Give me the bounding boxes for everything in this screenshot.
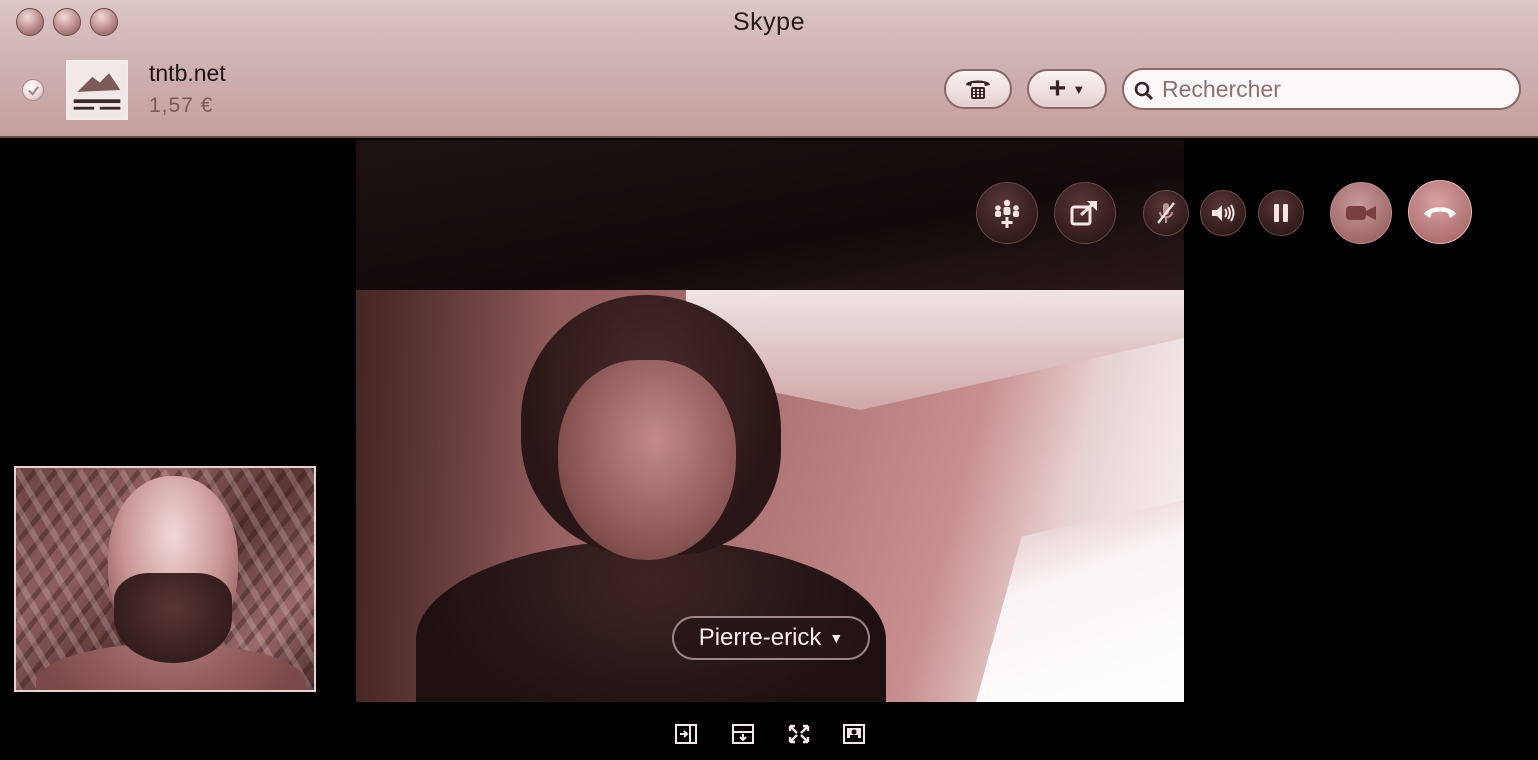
picture-in-picture-icon xyxy=(843,724,865,744)
share-screen-icon xyxy=(1070,200,1097,226)
avatar[interactable] xyxy=(66,60,128,120)
fullscreen-button[interactable] xyxy=(786,722,812,746)
search-input[interactable] xyxy=(1162,74,1512,104)
participant-name: Pierre-erick xyxy=(698,624,822,651)
pause-button[interactable] xyxy=(1258,190,1304,236)
window-toolbar: Skype tntb.net 1,57 € + ▼ xyxy=(0,0,1538,138)
add-participant-button[interactable] xyxy=(976,182,1038,244)
video-camera-icon xyxy=(1346,206,1376,220)
video-toggle-button[interactable] xyxy=(1330,182,1392,244)
add-menu-button[interactable]: + ▼ xyxy=(1027,69,1107,109)
sidebar-toggle-button[interactable] xyxy=(673,722,699,746)
add-label: + xyxy=(1048,72,1067,105)
search-field[interactable] xyxy=(1122,68,1521,110)
self-view-toggle-button[interactable] xyxy=(841,722,867,746)
chevron-down-icon: ▼ xyxy=(829,630,844,646)
remote-person-face xyxy=(558,360,736,560)
account-credit: 1,57 € xyxy=(149,94,214,117)
self-video-preview[interactable] xyxy=(14,466,316,692)
mute-button[interactable] xyxy=(1143,190,1189,236)
share-button[interactable] xyxy=(1054,182,1116,244)
speaker-icon xyxy=(1212,204,1235,222)
volume-button[interactable] xyxy=(1200,190,1246,236)
panel-right-icon xyxy=(675,724,697,744)
call-view: Pierre-erick ▼ xyxy=(0,138,1538,760)
status-button[interactable] xyxy=(22,79,44,101)
fullscreen-icon xyxy=(788,724,810,744)
hang-up-icon xyxy=(1424,207,1456,218)
microphone-mute-icon xyxy=(1157,202,1175,224)
hang-up-button[interactable] xyxy=(1408,180,1472,244)
avatar-image xyxy=(68,62,126,118)
panel-bottom-icon xyxy=(732,724,754,744)
search-icon xyxy=(1134,81,1154,101)
pause-icon xyxy=(1274,204,1288,222)
check-icon xyxy=(27,85,39,96)
chevron-down-icon: ▼ xyxy=(1072,81,1086,97)
account-name: tntb.net xyxy=(149,60,226,86)
add-participant-icon xyxy=(995,199,1019,228)
window-title: Skype xyxy=(733,8,805,36)
self-person-beard xyxy=(114,573,232,663)
dialpad-button[interactable] xyxy=(944,69,1012,109)
participant-name-button[interactable]: Pierre-erick ▼ xyxy=(672,616,870,660)
chat-panel-toggle-button[interactable] xyxy=(730,722,756,746)
phone-dialpad-icon xyxy=(966,80,990,99)
